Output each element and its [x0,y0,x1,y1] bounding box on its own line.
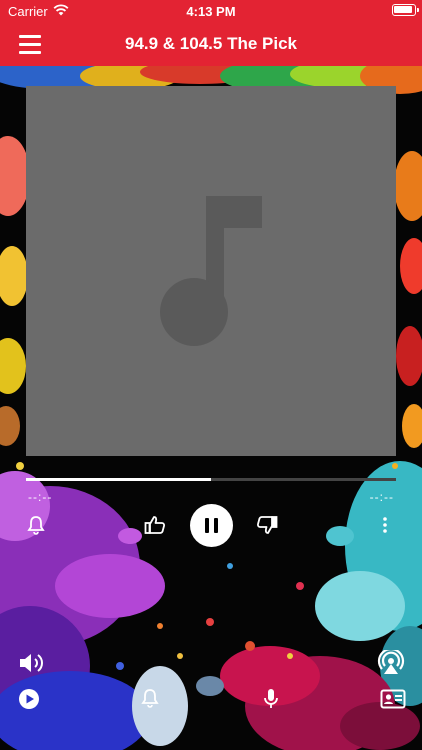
thumbs-up-icon [144,516,166,534]
battery-icon [392,4,419,16]
page-title: 94.9 & 104.5 The Pick [125,34,297,53]
play-circle-icon [19,689,39,709]
album-art [26,86,396,456]
sleep-timer-button[interactable] [141,688,159,708]
airplay-icon [377,650,405,674]
status-time: 4:13 PM [186,4,236,19]
like-button[interactable] [144,515,166,535]
progress-bar[interactable] [26,478,396,481]
airplay-button[interactable] [377,650,405,676]
pause-icon [205,518,209,533]
status-bar: Carrier 4:13 PM [0,0,422,22]
play-button[interactable] [18,688,40,710]
music-note-icon [160,196,262,346]
more-vertical-icon [383,517,387,533]
remaining-time: --:-- [369,490,394,504]
pause-button[interactable] [190,504,233,547]
nav-bar: 94.9 & 104.5 The Pick [0,22,422,66]
elapsed-time: --:-- [28,490,53,504]
contact-card-icon [380,689,406,709]
progress-fill [26,478,211,481]
speaker-icon [20,654,43,672]
bell-icon [141,689,159,708]
dislike-button[interactable] [256,515,278,535]
microphone-button[interactable] [262,687,280,711]
more-options-button[interactable] [381,516,389,534]
contact-button[interactable] [380,689,406,709]
bell-icon [27,516,45,535]
volume-button[interactable] [18,651,46,675]
alarm-button[interactable] [27,515,45,535]
microphone-icon [264,689,278,708]
thumbs-down-icon [256,516,278,534]
